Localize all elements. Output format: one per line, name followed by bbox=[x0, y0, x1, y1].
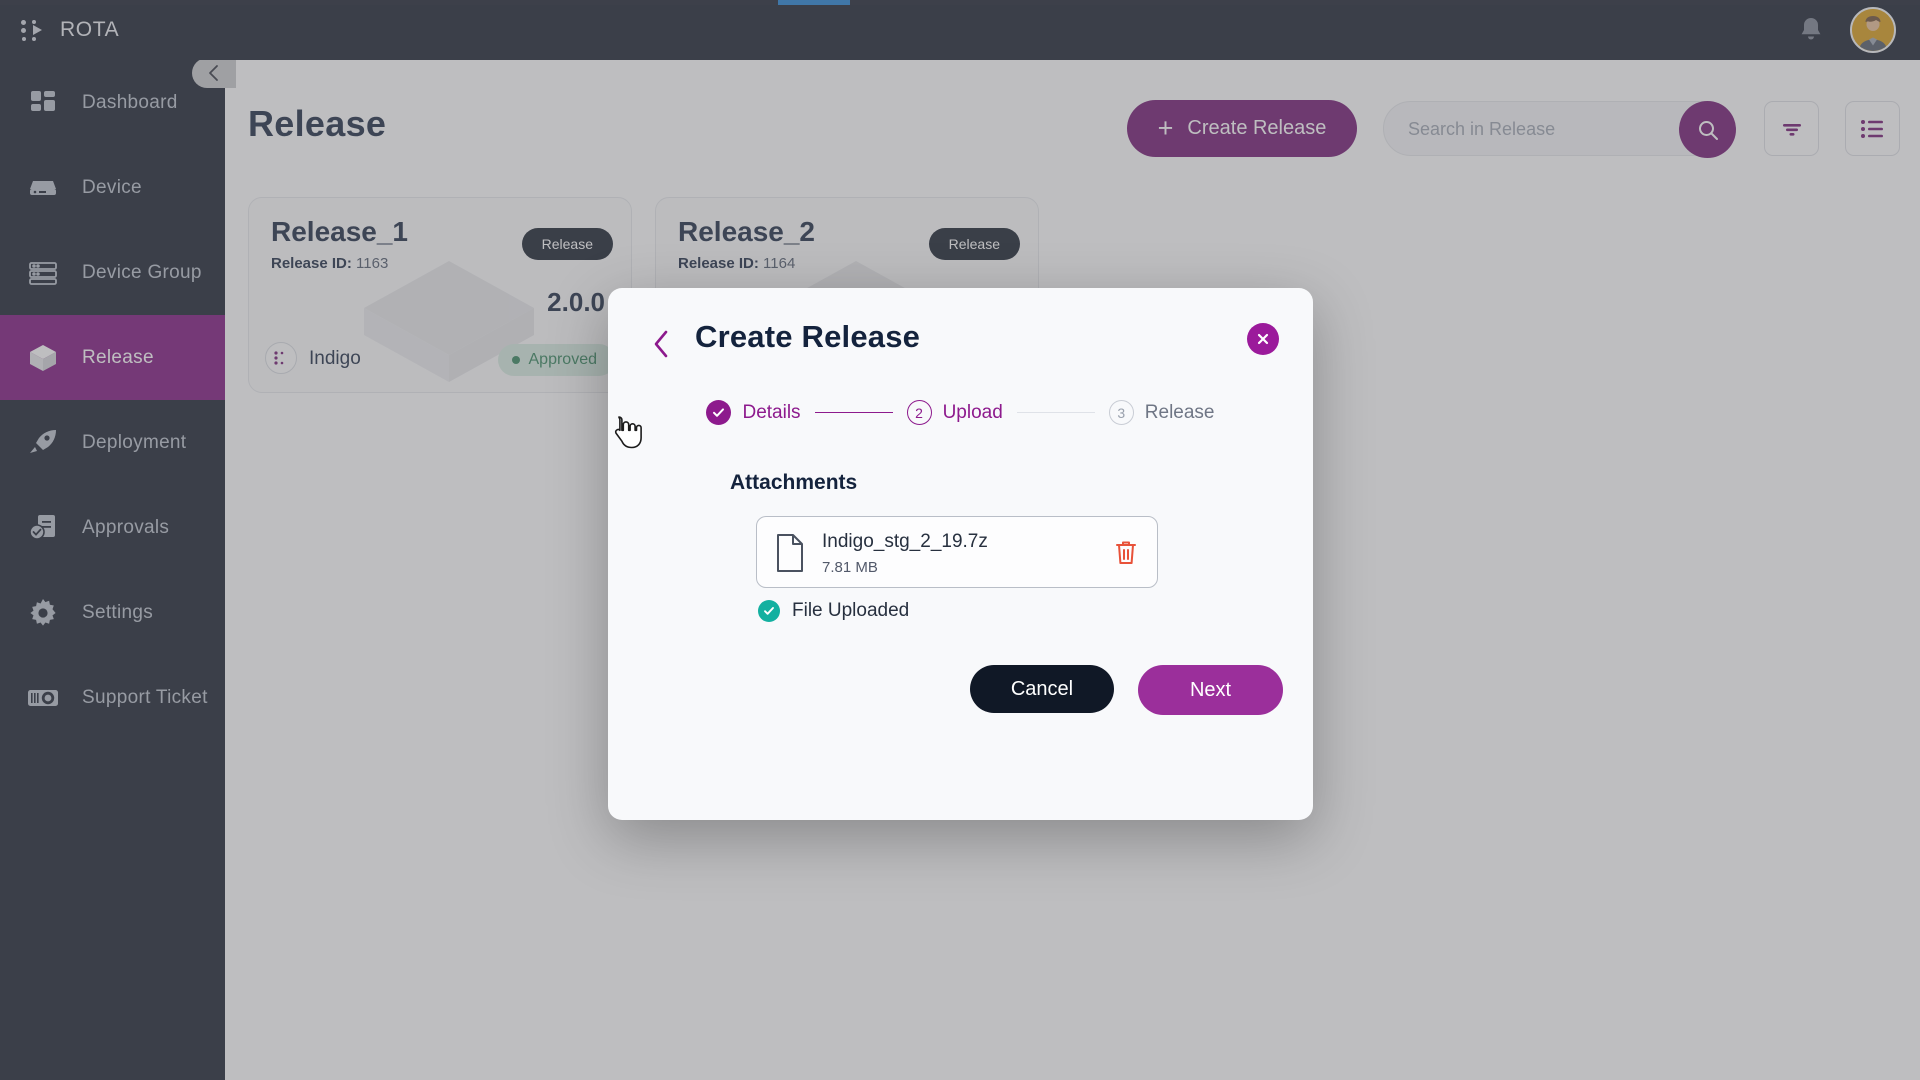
step-done-check-icon bbox=[706, 400, 731, 425]
stepper-step-upload[interactable]: 2 Upload bbox=[907, 400, 1003, 425]
chevron-left-icon bbox=[652, 329, 672, 359]
modal-close-button[interactable] bbox=[1247, 323, 1279, 355]
create-release-modal: Create Release Details 2 Upload 3 Releas… bbox=[608, 288, 1313, 820]
attachments-label: Attachments bbox=[730, 471, 857, 495]
check-circle-icon bbox=[758, 600, 780, 622]
stepper-step-details[interactable]: Details bbox=[706, 400, 800, 425]
modal-back-button[interactable] bbox=[648, 326, 676, 362]
stepper-step-release[interactable]: 3 Release bbox=[1109, 400, 1215, 425]
modal-title: Create Release bbox=[695, 319, 920, 355]
cancel-button[interactable]: Cancel bbox=[970, 665, 1114, 713]
close-x-icon bbox=[1255, 331, 1271, 347]
file-document-icon bbox=[775, 533, 805, 573]
stepper-number: 3 bbox=[1109, 400, 1134, 425]
stepper-label: Details bbox=[742, 402, 800, 424]
delete-attachment-button[interactable] bbox=[1113, 538, 1139, 568]
stepper-label: Release bbox=[1145, 402, 1215, 424]
next-button[interactable]: Next bbox=[1138, 665, 1283, 715]
stepper: Details 2 Upload 3 Release bbox=[608, 400, 1313, 425]
attachment-item: Indigo_stg_2_19.7z 7.81 MB bbox=[756, 516, 1158, 588]
trash-icon bbox=[1114, 540, 1138, 566]
upload-status-text: File Uploaded bbox=[792, 600, 909, 622]
stepper-connector-filled bbox=[815, 412, 893, 414]
stepper-connector-empty bbox=[1017, 412, 1095, 414]
stepper-number: 2 bbox=[907, 400, 932, 425]
stepper-label: Upload bbox=[943, 402, 1003, 424]
attachment-file-size: 7.81 MB bbox=[822, 559, 878, 576]
upload-status: File Uploaded bbox=[758, 600, 909, 622]
attachment-file-name: Indigo_stg_2_19.7z bbox=[822, 531, 988, 553]
